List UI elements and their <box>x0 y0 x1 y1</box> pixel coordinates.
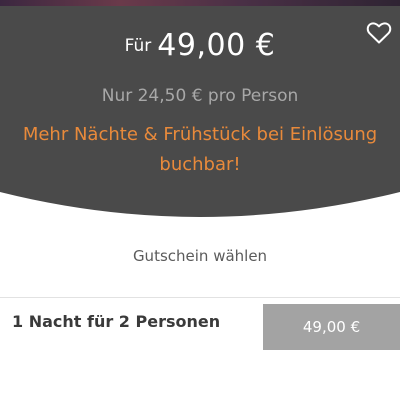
promo-text: Mehr Nächte & Frühstück bei Einlösung bu… <box>22 124 378 175</box>
price-header-panel: Für 49,00 € Nur 24,50 € pro Person Mehr N… <box>0 6 400 221</box>
voucher-option-row[interactable]: 1 Nacht für 2 Personen 49,00 € <box>0 298 400 352</box>
voucher-price-button[interactable]: 49,00 € <box>263 304 400 350</box>
voucher-option-title: 1 Nacht für 2 Personen <box>12 312 221 331</box>
price-line: Für 49,00 € <box>0 28 400 63</box>
price-prefix: Für <box>124 36 152 56</box>
choose-voucher-heading: Gutschein wählen <box>132 247 268 265</box>
voucher-page: Für 49,00 € Nur 24,50 € pro Person Mehr N… <box>0 0 400 400</box>
price-value: 49,00 € <box>157 28 276 63</box>
per-person-price: Nur 24,50 € pro Person <box>101 86 299 106</box>
